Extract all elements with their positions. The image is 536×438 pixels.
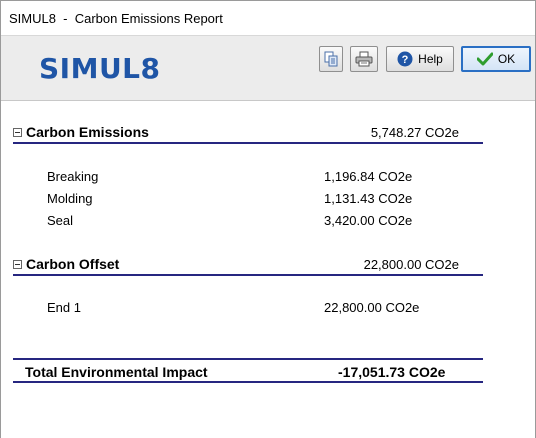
section-header-carbon-offset[interactable]: Carbon Offset 22,800.00 CO2e xyxy=(13,256,483,276)
help-label: Help xyxy=(418,52,443,66)
list-item: Molding 1,131.43 CO2e xyxy=(47,191,427,209)
svg-text:?: ? xyxy=(402,54,409,66)
report-content: Carbon Emissions 5,748.27 CO2e Breaking … xyxy=(1,102,535,438)
report-header: SIMUL8 ? Help OK xyxy=(1,35,535,101)
copy-icon xyxy=(324,51,338,67)
section-divider xyxy=(13,142,483,144)
collapse-icon[interactable] xyxy=(13,128,22,137)
item-name: Seal xyxy=(47,213,74,228)
total-impact-label: Total Environmental Impact xyxy=(25,364,208,380)
copy-button[interactable] xyxy=(319,46,343,72)
item-value: 22,800.00 CO2e xyxy=(324,300,420,315)
section-divider xyxy=(13,274,483,276)
print-button[interactable] xyxy=(350,46,378,72)
checkmark-icon xyxy=(476,52,493,66)
collapse-icon[interactable] xyxy=(13,260,22,269)
item-name: Breaking xyxy=(47,169,99,184)
window-title: SIMUL8 - Carbon Emissions Report xyxy=(9,11,223,26)
item-value: 1,196.84 CO2e xyxy=(324,169,413,184)
printer-icon xyxy=(355,51,373,67)
report-window: SIMUL8 - Carbon Emissions Report SIMUL8 xyxy=(0,0,536,438)
help-button[interactable]: ? Help xyxy=(386,46,454,72)
section-label: Carbon Emissions xyxy=(26,124,149,140)
list-item: Breaking 1,196.84 CO2e xyxy=(47,169,427,187)
item-name: Molding xyxy=(47,191,93,206)
section-header-carbon-emissions[interactable]: Carbon Emissions 5,748.27 CO2e xyxy=(13,124,483,144)
section-total: 22,800.00 CO2e xyxy=(363,257,459,272)
ok-label: OK xyxy=(497,52,516,66)
item-value: 3,420.00 CO2e xyxy=(324,213,413,228)
list-item: End 1 22,800.00 CO2e xyxy=(47,300,427,318)
title-bar[interactable]: SIMUL8 - Carbon Emissions Report xyxy=(1,1,535,35)
summary-bottom-divider xyxy=(13,381,483,383)
ok-button[interactable]: OK xyxy=(461,46,531,72)
item-name: End 1 xyxy=(47,300,81,315)
help-icon: ? xyxy=(397,51,413,67)
list-item: Seal 3,420.00 CO2e xyxy=(47,213,427,231)
summary-top-divider xyxy=(13,358,483,360)
section-total: 5,748.27 CO2e xyxy=(370,125,459,140)
logo-text: SIMUL8 xyxy=(39,52,161,85)
item-value: 1,131.43 CO2e xyxy=(324,191,413,206)
section-label: Carbon Offset xyxy=(26,256,120,272)
total-impact-value: -17,051.73 CO2e xyxy=(338,364,446,380)
simul8-logo: SIMUL8 xyxy=(39,52,161,85)
